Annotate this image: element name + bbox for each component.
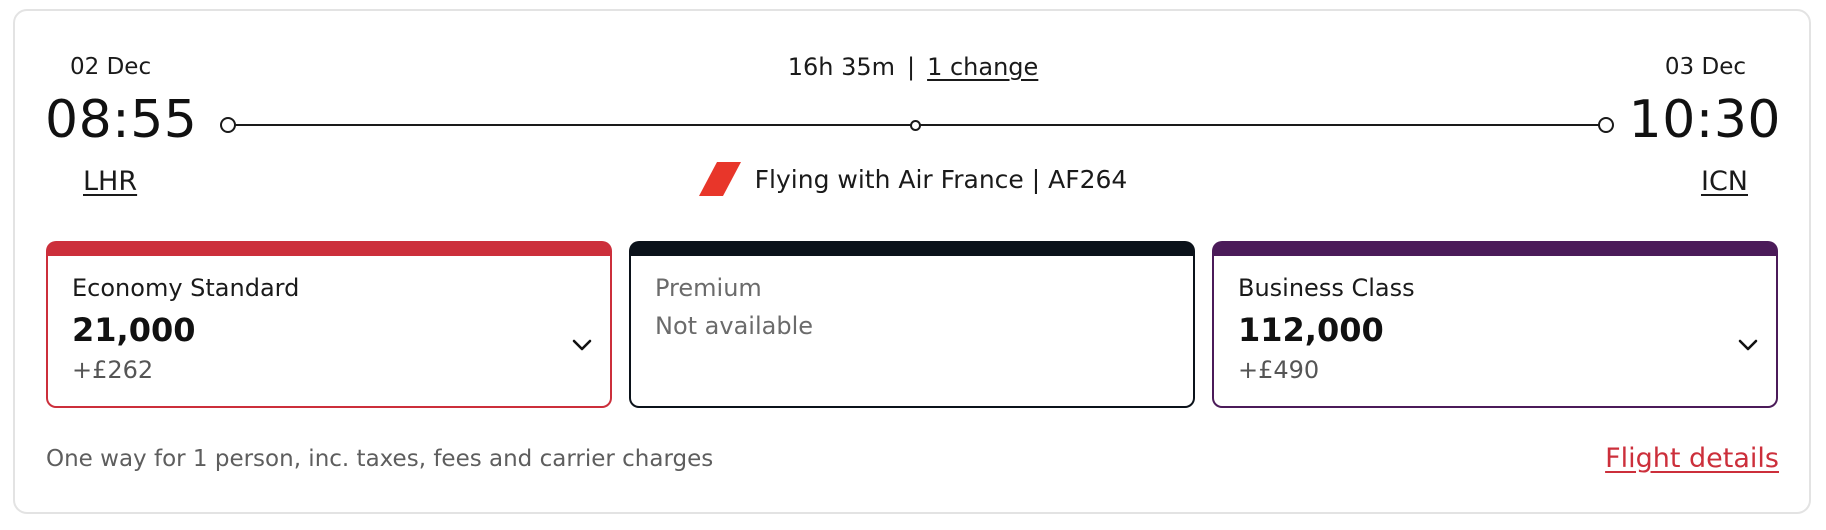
fare-business-class[interactable]: Business Class 112,000 +£490 [1212,241,1778,408]
arrival-time: 10:30 [1628,90,1781,150]
fare-points: 112,000 [1238,311,1384,349]
fare-premium: Premium Not available [629,241,1195,408]
fare-economy-standard[interactable]: Economy Standard 21,000 +£262 [46,241,612,408]
arrival-node [1598,117,1614,133]
fare-cash: +£490 [1238,356,1320,384]
air-france-logo-icon [698,162,741,196]
carrier-label: Flying with Air France | AF264 [754,164,1128,194]
fare-name: Premium [655,274,762,302]
fare-status: Not available [655,312,814,340]
journey-summary: 16h 35m | 1 change [0,53,1826,81]
fare-cash: +£262 [72,356,154,384]
chevron-down-icon[interactable] [1738,338,1758,352]
flight-details-link[interactable]: Flight details [1605,443,1779,474]
journey-duration: 16h 35m [787,53,895,81]
changes-link[interactable]: 1 change [927,53,1038,81]
departure-time: 08:55 [45,90,198,150]
journey-separator: | [906,53,916,81]
price-note: One way for 1 person, inc. taxes, fees a… [46,446,714,472]
fare-name: Economy Standard [72,274,300,302]
stopover-node [910,120,921,131]
fare-points: 21,000 [72,311,196,349]
departure-node [220,117,236,133]
chevron-down-icon[interactable] [572,338,592,352]
carrier-info: Flying with Air France | AF264 [0,162,1826,196]
fare-name: Business Class [1238,274,1415,302]
